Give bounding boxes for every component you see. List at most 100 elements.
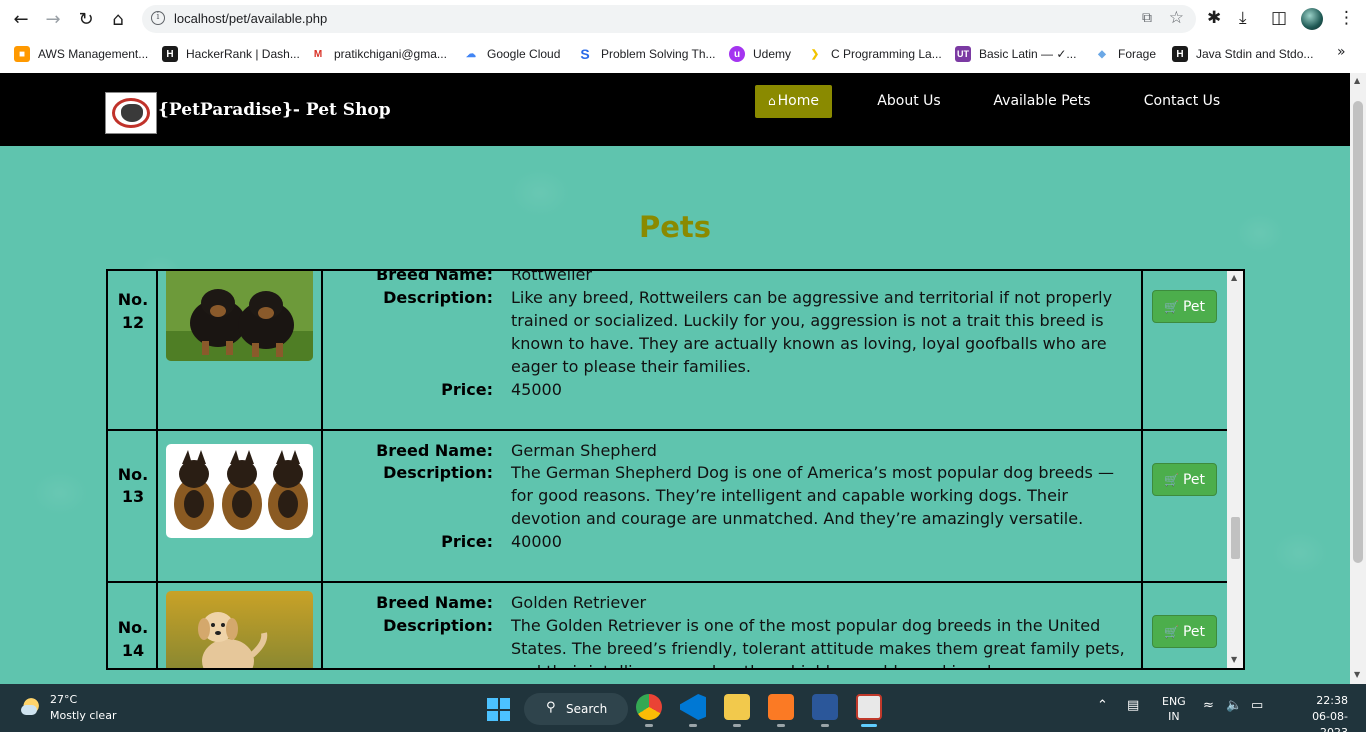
language-code: ENG [1162,695,1186,708]
battery-icon[interactable]: ▭ [1251,698,1263,713]
rottweiler-photo [166,271,313,361]
extensions-icon[interactable]: ✱ [1207,8,1221,28]
url-text[interactable]: localhost/pet/available.php [174,11,327,26]
description-label: Description: [383,288,493,307]
bookmark-label: Problem Solving Th... [601,47,716,61]
profile-avatar[interactable] [1301,8,1323,30]
bookmark-java-stdin[interactable]: H Java Stdin and Stdo... [1172,44,1313,64]
page-viewport: {PetParadise}- Pet Shop ⌂ Home About Us A… [0,73,1350,684]
google-cloud-icon: ☁ [463,46,479,62]
menu-kebab-icon[interactable]: ⋮ [1338,8,1355,28]
bookmark-google-cloud[interactable]: ☁ Google Cloud [463,44,560,64]
s-logo-icon: S [577,46,593,62]
language-indicator[interactable]: ENG IN [1162,694,1186,724]
row-number-cell: No. 12 [108,271,158,429]
bookmark-udemy[interactable]: u Udemy [729,44,791,64]
tablet-keyboard-icon[interactable]: ▤ [1127,698,1139,713]
pet-button-label: Pet [1182,623,1205,640]
udemy-icon: u [729,46,745,62]
bookmark-c-programming[interactable]: ❯ C Programming La... [807,44,942,64]
description-label: Description: [383,616,493,635]
breed-value: German Shepherd [511,441,657,460]
bookmark-label: Java Stdin and Stdo... [1196,47,1314,61]
snipping-tool-icon[interactable] [856,694,882,720]
breed-label: Breed Name: [376,593,493,612]
app-running-indicator [645,724,653,727]
row-no-label: No. [117,290,149,309]
scroll-up-icon[interactable]: ▲ [1354,76,1360,85]
app-active-indicator [861,724,877,727]
bookmark-icon: ❯ [807,46,823,62]
chrome-icon[interactable] [636,694,662,720]
page-scroll-thumb[interactable] [1353,101,1363,563]
nav-about-us[interactable]: About Us [868,85,950,118]
app-running-indicator [689,724,697,727]
side-panel-icon[interactable]: ◫ [1271,8,1287,28]
bookmark-star-icon[interactable]: ☆ [1169,8,1184,28]
table-scroll-thumb[interactable] [1231,517,1240,559]
page-scrollbar[interactable]: ▲ ▼ [1350,73,1366,684]
brand-name[interactable]: {PetParadise}- Pet Shop [158,100,391,120]
bookmark-forage[interactable]: ◆ Forage [1094,44,1156,64]
system-clock[interactable]: 22:38 06-08-2023 [1286,693,1348,732]
breed-value: Golden Retriever [511,593,647,612]
address-bar[interactable]: i localhost/pet/available.php ⧉ ☆ [142,5,1196,33]
pets-table-scroll-area[interactable]: No. 12 Breed Name: Rottweiler Descriptio… [108,271,1229,668]
forage-icon: ◆ [1094,46,1110,62]
bookmark-label: pratikchigani@gma... [334,47,447,61]
table-scrollbar[interactable]: ▲ ▼ [1227,271,1243,668]
nav-home[interactable]: ⌂ Home [755,85,832,118]
nav-available-pets[interactable]: Available Pets [988,85,1096,118]
windows-taskbar: 27°C Mostly clear ⚲ Search ⌃ ▤ ENG IN ≈ … [0,684,1366,732]
download-icon[interactable]: ⤓ [1239,8,1247,28]
page-title: Pets [638,210,712,244]
xampp-icon[interactable] [768,694,794,720]
hackerrank-icon: H [1172,46,1188,62]
bookmark-gmail[interactable]: Mpratikchigani@gma... [310,44,447,64]
site-logo[interactable] [105,92,157,134]
row-info-cell: Breed Name: German Shepherd Description:… [323,431,1143,581]
taskbar-search[interactable]: ⚲ Search [524,693,628,725]
home-icon[interactable]: ⌂ [106,7,130,31]
pet-cart-button[interactable]: 🛒 Pet [1152,290,1217,323]
nav-contact-label: Contact Us [1143,93,1221,109]
scroll-up-icon[interactable]: ▲ [1231,273,1237,282]
table-row: No. 14 Breed Name: Golden Retriever Desc… [108,583,1229,668]
row-no-label: No. [117,618,149,637]
bookmark-basic-latin[interactable]: UT Basic Latin — ✓... [955,44,1076,64]
search-label: Search [566,702,608,716]
site-info-icon[interactable]: i [151,11,165,25]
bookmark-problem-solving[interactable]: S Problem Solving Th... [577,44,716,64]
pet-cart-button[interactable]: 🛒 Pet [1152,615,1217,648]
weather-condition[interactable]: Mostly clear [50,709,116,722]
forward-icon[interactable]: → [41,7,65,31]
logo-dog [121,104,143,122]
clock-time: 22:38 [1316,694,1348,707]
weather-temp[interactable]: 27°C [50,693,77,706]
more-bookmarks-icon[interactable]: » [1337,44,1346,60]
bookmark-hackerrank[interactable]: H HackerRank | Dash... [162,44,300,64]
scroll-down-icon[interactable]: ▼ [1231,655,1237,664]
breed-label: Breed Name: [376,271,493,284]
german-shepherd-photo [166,444,313,538]
weather-icon[interactable] [18,695,42,719]
reload-icon[interactable]: ↻ [74,7,98,31]
file-explorer-icon[interactable] [724,694,750,720]
cart-icon: 🛒 [1164,472,1179,487]
pets-table: No. 12 Breed Name: Rottweiler Descriptio… [106,269,1245,670]
site-navbar: {PetParadise}- Pet Shop ⌂ Home About Us A… [0,73,1350,146]
word-icon[interactable] [812,694,838,720]
start-button[interactable] [487,698,510,721]
back-icon[interactable]: ← [9,7,33,31]
nav-contact-us[interactable]: Contact Us [1137,85,1227,118]
scroll-down-icon[interactable]: ▼ [1354,670,1360,679]
share-icon[interactable]: ⧉ [1142,10,1152,26]
wifi-icon[interactable]: ≈ [1203,698,1214,713]
vscode-icon[interactable] [680,694,706,720]
row-number: 13 [121,487,145,506]
bookmark-aws[interactable]: ■ AWS Management... [14,44,148,64]
pet-cart-button[interactable]: 🛒 Pet [1152,463,1217,496]
table-row: No. 12 Breed Name: Rottweiler Descriptio… [108,271,1229,431]
volume-icon[interactable]: 🔈 [1226,698,1242,713]
chevron-up-icon[interactable]: ⌃ [1097,698,1108,713]
